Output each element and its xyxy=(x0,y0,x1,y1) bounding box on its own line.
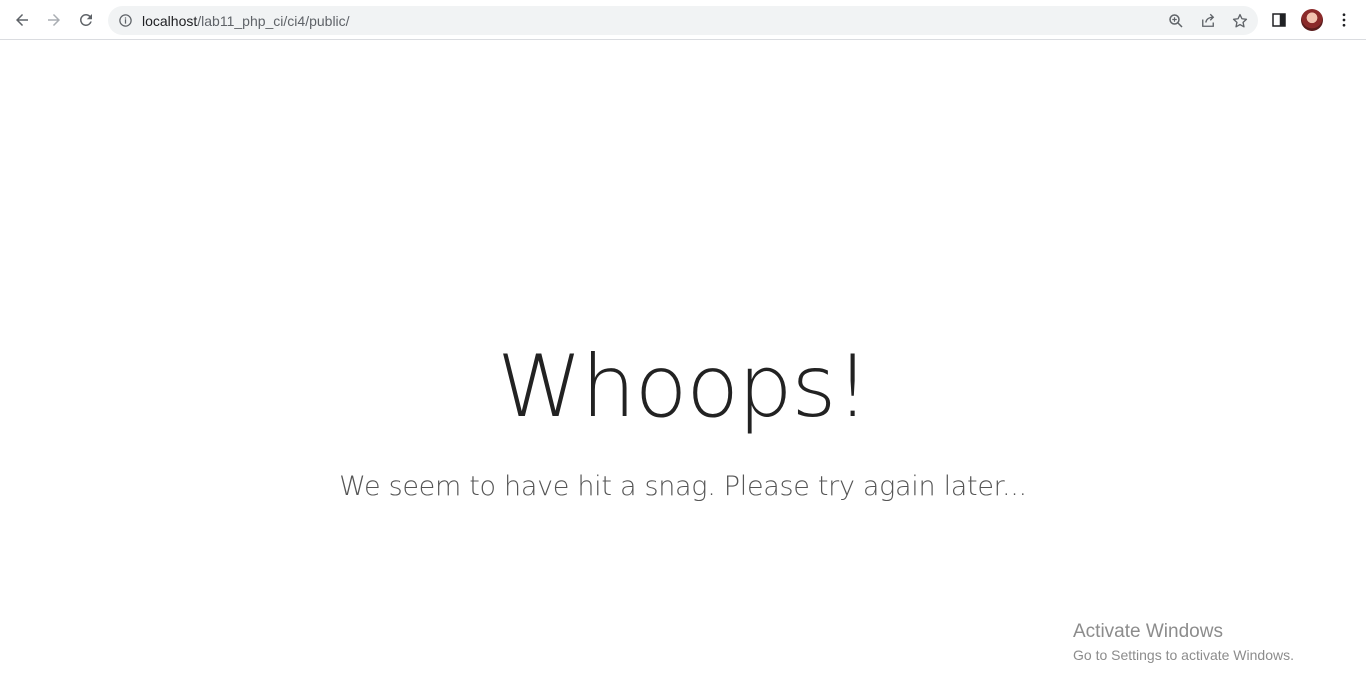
watermark-subtitle: Go to Settings to activate Windows. xyxy=(1073,647,1294,663)
page-title: Whoops! xyxy=(497,337,870,437)
back-button[interactable] xyxy=(8,6,36,34)
side-panel-icon[interactable] xyxy=(1270,11,1288,29)
forward-button[interactable] xyxy=(40,6,68,34)
share-icon[interactable] xyxy=(1199,12,1217,30)
activation-watermark: Activate Windows Go to Settings to activ… xyxy=(1073,621,1294,663)
reload-icon xyxy=(79,13,92,26)
zoom-icon[interactable] xyxy=(1167,12,1185,30)
kebab-menu-icon[interactable] xyxy=(1335,11,1353,29)
url-text[interactable]: localhost/lab11_php_ci/ci4/public/ xyxy=(142,13,350,29)
url-path: /lab11_php_ci/ci4/public/ xyxy=(197,13,350,29)
browser-toolbar: localhost/lab11_php_ci/ci4/public/ xyxy=(0,0,1366,40)
url-host: localhost xyxy=(142,13,198,29)
page-content: Whoops! We seem to have hit a snag. Plea… xyxy=(0,41,1366,687)
avatar[interactable] xyxy=(1301,9,1323,31)
watermark-title: Activate Windows xyxy=(1073,621,1223,642)
star-icon[interactable] xyxy=(1231,12,1249,30)
reload-button[interactable] xyxy=(72,6,100,34)
error-message: We seem to have hit a snag. Please try a… xyxy=(339,471,1027,502)
forward-arrow-icon xyxy=(48,14,60,26)
address-bar[interactable]: localhost/lab11_php_ci/ci4/public/ xyxy=(108,6,1258,35)
info-icon[interactable] xyxy=(118,13,133,28)
back-arrow-icon xyxy=(16,14,28,26)
